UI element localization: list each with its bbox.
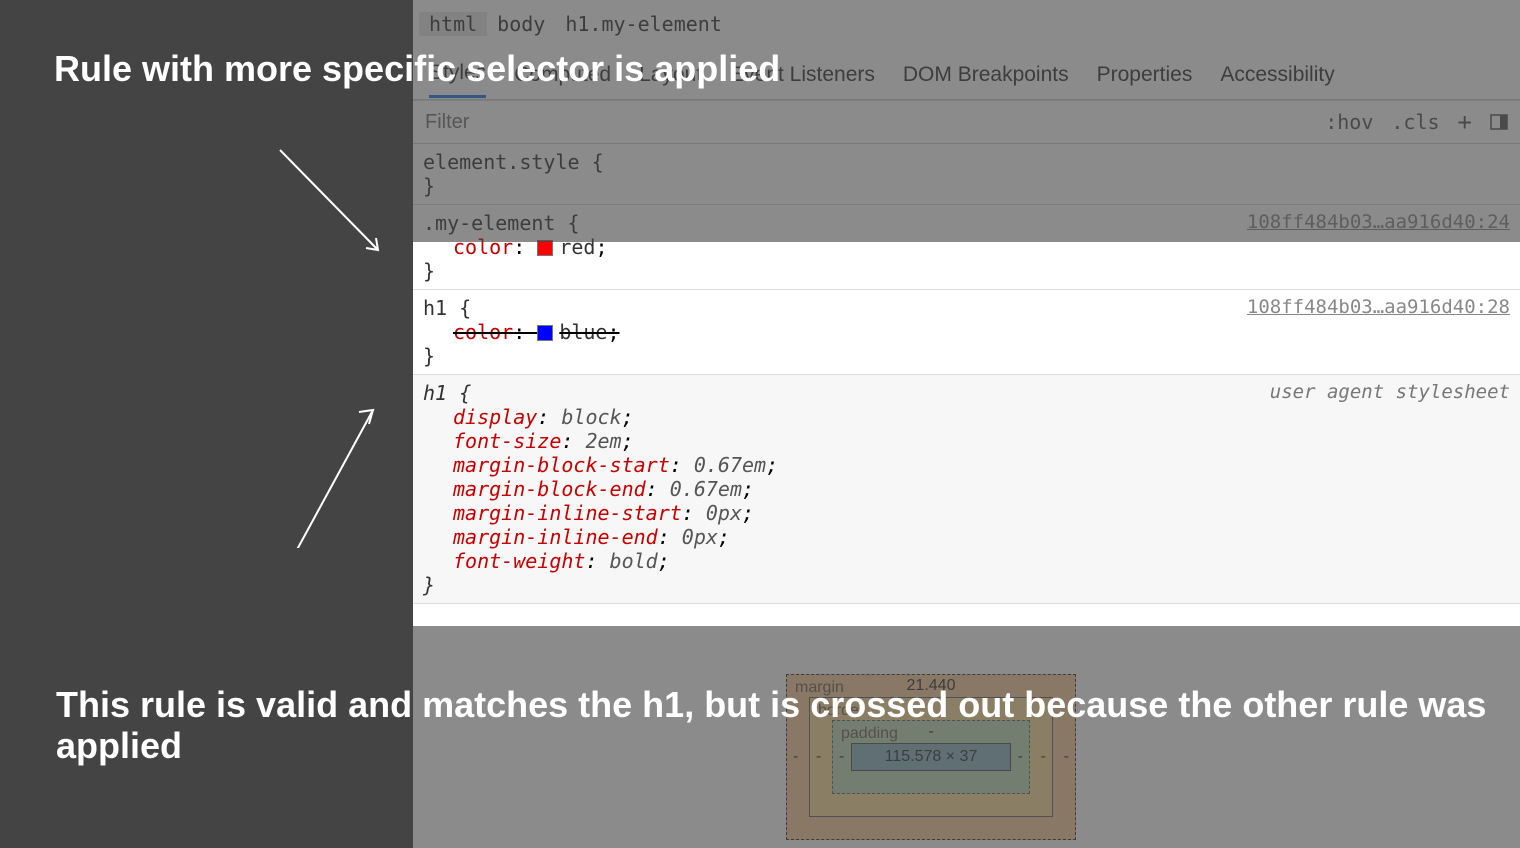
declaration: font-size: 2em; — [423, 429, 1510, 453]
hover-toggle[interactable]: :hov — [1325, 110, 1373, 134]
toggle-sidebar-icon[interactable] — [1490, 113, 1508, 131]
declaration: display: block; — [423, 405, 1510, 429]
breadcrumb-item-html[interactable]: html — [419, 12, 487, 36]
new-rule-button[interactable]: + — [1458, 108, 1472, 136]
declaration: font-weight: bold; — [423, 549, 1510, 573]
brace-open: { — [459, 381, 471, 405]
declaration[interactable]: color: red; — [423, 235, 1510, 259]
declaration[interactable]: color: blue; — [423, 320, 1510, 344]
brace-close: } — [423, 344, 435, 368]
rule-selector: h1 — [423, 381, 447, 405]
annotation-override: This rule is valid and matches the h1, b… — [56, 684, 1520, 767]
rule-source-link[interactable]: 108ff484b03…aa916d40:24 — [1247, 211, 1510, 233]
css-value: red — [559, 235, 595, 259]
brace-close: } — [423, 259, 435, 283]
declaration: margin-inline-start: 0px; — [423, 501, 1510, 525]
color-swatch[interactable] — [537, 240, 553, 256]
arrow-icon — [228, 398, 378, 548]
breadcrumb-item-body[interactable]: body — [487, 12, 555, 36]
rule-selector: element.style — [423, 150, 580, 174]
rule-selector: h1 — [423, 296, 447, 320]
brace-close: } — [423, 573, 435, 597]
breadcrumb-item-selected[interactable]: h1.my-element — [555, 12, 732, 36]
declaration: margin-inline-end: 0px; — [423, 525, 1510, 549]
style-rules: element.style { } 108ff484b03…aa916d40:2… — [413, 144, 1520, 604]
brace-close: } — [423, 174, 435, 198]
filter-input[interactable] — [413, 101, 1313, 143]
declaration: margin-block-end: 0.67em; — [423, 477, 1510, 501]
brace-open: { — [592, 150, 604, 174]
brace-open: { — [568, 211, 580, 235]
styles-filter-bar: :hov .cls + — [413, 100, 1520, 144]
rule-my-element[interactable]: 108ff484b03…aa916d40:24 .my-element { co… — [413, 205, 1520, 290]
class-toggle[interactable]: .cls — [1391, 110, 1439, 134]
rule-user-agent[interactable]: user agent stylesheet h1 { display: bloc… — [413, 375, 1520, 604]
color-swatch[interactable] — [537, 325, 553, 341]
brace-open: { — [459, 296, 471, 320]
css-property: color — [453, 320, 513, 344]
tab-dom-breakpoints[interactable]: DOM Breakpoints — [903, 63, 1069, 97]
tab-properties[interactable]: Properties — [1097, 63, 1193, 97]
annotation-specificity: Rule with more specific selector is appl… — [54, 48, 780, 89]
declaration: margin-block-start: 0.67em; — [423, 453, 1510, 477]
rule-element-style[interactable]: element.style { } — [413, 144, 1520, 205]
rule-source-ua: user agent stylesheet — [1270, 381, 1510, 403]
rule-source-link[interactable]: 108ff484b03…aa916d40:28 — [1247, 296, 1510, 318]
breadcrumb: html body h1.my-element — [413, 0, 1520, 48]
css-property: color — [453, 235, 513, 259]
css-value: blue — [559, 320, 607, 344]
rule-selector: .my-element — [423, 211, 555, 235]
tab-accessibility[interactable]: Accessibility — [1220, 63, 1334, 97]
arrow-icon — [270, 140, 420, 290]
rule-h1-overridden[interactable]: 108ff484b03…aa916d40:28 h1 { color: blue… — [413, 290, 1520, 375]
